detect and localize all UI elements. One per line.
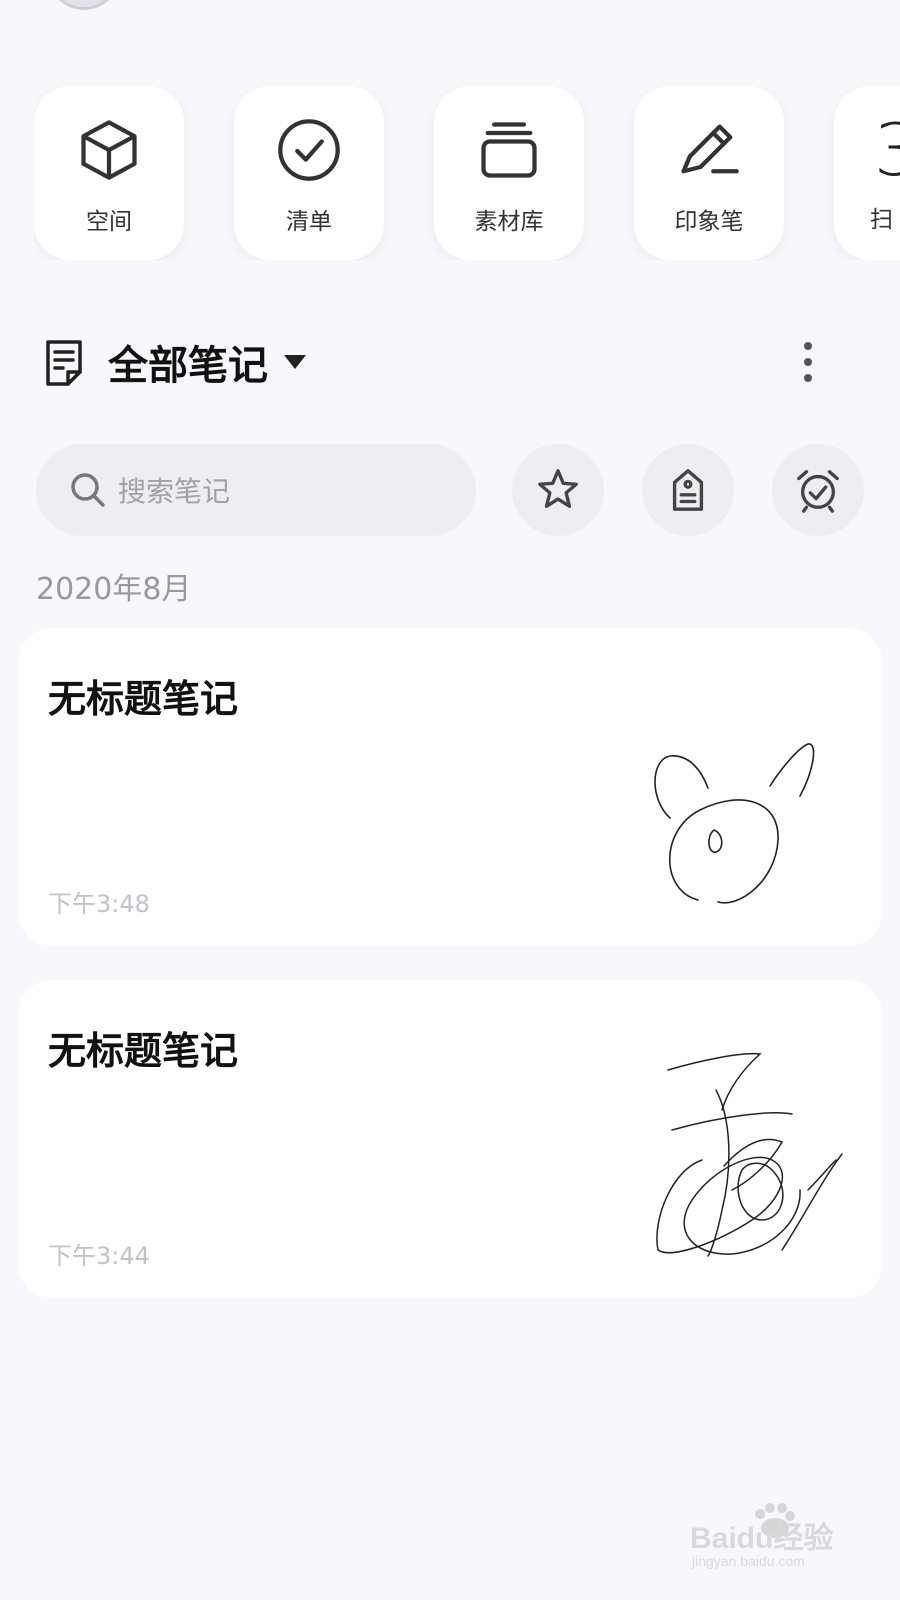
baidu-watermark: Baidu经验 jingyan.baidu.com — [690, 1500, 860, 1570]
shortcut-scan[interactable]: 3 扫 — [834, 86, 900, 260]
note-card[interactable]: 无标题笔记 下午3:44 — [18, 980, 882, 1298]
tag-icon — [672, 469, 704, 511]
shortcut-pen[interactable]: 印象笔 — [634, 86, 784, 260]
note-time: 下午3:44 — [48, 1242, 150, 1270]
stack-icon — [481, 122, 537, 178]
search-icon — [71, 473, 105, 507]
note-time: 下午3:48 — [48, 890, 150, 918]
search-input[interactable]: 搜索笔记 — [36, 444, 476, 536]
shortcut-checklist[interactable]: 清单 — [234, 86, 384, 260]
shortcut-space[interactable]: 空间 — [34, 86, 184, 260]
search-row: 搜索笔记 — [36, 444, 864, 536]
handwriting-thumbnail — [654, 743, 815, 904]
shortcut-label: 素材库 — [474, 209, 544, 235]
svg-text:Baidu经验: Baidu经验 — [690, 1521, 833, 1555]
notes-section-header: 全部笔记 — [44, 332, 864, 392]
shortcut-label: 印象笔 — [674, 209, 744, 235]
note-title: 无标题笔记 — [48, 1029, 239, 1073]
favorites-button[interactable] — [512, 444, 604, 536]
shortcut-label: 扫 — [870, 207, 893, 233]
reminders-button[interactable] — [772, 444, 864, 536]
handwriting-thumbnail — [656, 1052, 843, 1257]
shortcut-label: 空间 — [86, 209, 132, 235]
tags-button[interactable] — [642, 444, 734, 536]
alarm-clock-icon — [797, 470, 839, 513]
check-circle-icon — [278, 119, 340, 181]
more-options-icon[interactable] — [804, 342, 812, 382]
avatar[interactable] — [48, 0, 120, 10]
search-placeholder: 搜索笔记 — [118, 475, 231, 508]
notes-icon — [44, 338, 84, 386]
star-icon — [538, 469, 578, 508]
pen-icon — [681, 124, 739, 174]
shortcut-bar: 空间 清单 素材库 印象笔 3 扫 — [34, 86, 900, 260]
shortcut-materials[interactable]: 素材库 — [434, 86, 584, 260]
cube-icon — [81, 120, 137, 180]
notes-filter-title[interactable]: 全部笔记 — [108, 333, 268, 391]
note-card[interactable]: 无标题笔记 下午3:48 — [18, 628, 882, 946]
svg-text:jingyan.baidu.com: jingyan.baidu.com — [691, 1553, 805, 1569]
note-title: 无标题笔记 — [48, 677, 239, 721]
month-group-label: 2020年8月 — [36, 572, 192, 607]
shortcut-label: 清单 — [286, 209, 332, 235]
scan-icon: 3 — [874, 108, 900, 192]
chevron-down-icon[interactable] — [284, 355, 306, 369]
baidu-logo: Baidu经验 jingyan.baidu.com — [690, 1503, 833, 1569]
